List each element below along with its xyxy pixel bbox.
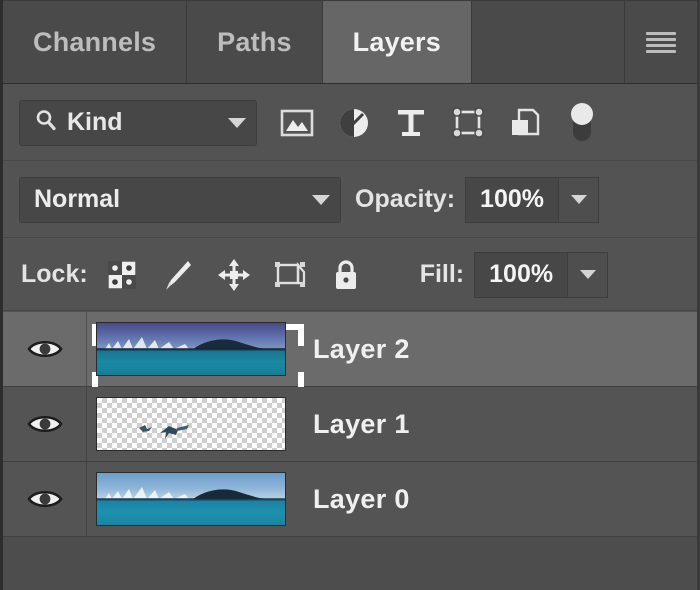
panel-tab-bar: Channels Paths Layers — [3, 0, 697, 84]
opacity-label: Opacity: — [355, 185, 456, 213]
chevron-down-icon — [579, 270, 596, 279]
lock-all-icon[interactable] — [328, 256, 364, 294]
layer-thumbnail-cell[interactable] — [87, 397, 295, 451]
filter-smart-objects-icon[interactable] — [507, 103, 543, 143]
tab-layers[interactable]: Layers — [322, 1, 472, 83]
filter-shape-layers-icon[interactable] — [450, 103, 486, 143]
lock-image-pixels-icon[interactable] — [160, 256, 196, 294]
fill-label: Fill: — [419, 260, 465, 288]
layer-name[interactable]: Layer 0 — [313, 484, 410, 515]
layer-name[interactable]: Layer 2 — [313, 334, 410, 365]
layer-thumbnail-cell[interactable] — [87, 472, 295, 526]
hamburger-menu-icon — [646, 31, 676, 53]
filter-toggle-switch[interactable] — [564, 102, 600, 143]
filter-kind-label: Kind — [67, 108, 123, 136]
layer-thumbnail-cell[interactable] — [87, 322, 304, 394]
filter-kind-select[interactable]: Kind — [19, 99, 257, 146]
layer-thumbnail — [96, 322, 286, 376]
tab-channels[interactable]: Channels — [3, 1, 188, 83]
filter-type-buttons — [279, 102, 600, 143]
lock-buttons — [104, 256, 364, 294]
lock-artboard-nesting-icon[interactable] — [272, 256, 308, 294]
tab-layers-label: Layers — [352, 26, 441, 57]
eye-icon — [26, 415, 63, 433]
layer-visibility-toggle[interactable] — [3, 312, 87, 386]
table-row[interactable]: Layer 1 — [3, 387, 697, 462]
opacity-input[interactable]: 100% — [465, 176, 560, 223]
layer-list: Layer 2 Layer 1 Layer 0 — [3, 312, 697, 590]
filter-adjustment-layers-icon[interactable] — [336, 103, 372, 143]
eye-icon — [26, 490, 63, 508]
tab-bar-filler — [471, 1, 625, 83]
lock-position-icon[interactable] — [216, 256, 252, 294]
blend-mode-row: Normal Opacity: 100% — [3, 162, 697, 238]
filter-row: Kind — [3, 85, 697, 161]
tab-channels-label: Channels — [33, 26, 157, 57]
chevron-down-icon — [228, 117, 246, 128]
lock-label: Lock: — [21, 260, 88, 288]
chevron-down-icon — [312, 194, 330, 205]
fill-stepper-button[interactable] — [568, 251, 609, 298]
eye-icon — [26, 340, 63, 358]
layer-thumbnail — [96, 472, 286, 526]
filter-type-layers-icon[interactable] — [393, 103, 429, 143]
layer-thumbnail — [96, 397, 286, 451]
blend-mode-select[interactable]: Normal — [19, 176, 341, 223]
chevron-down-icon — [570, 195, 587, 204]
layer-visibility-toggle[interactable] — [3, 387, 87, 461]
search-icon — [34, 108, 58, 137]
lock-row: Lock: Fill: 100% — [3, 239, 697, 311]
fill-input[interactable]: 100% — [474, 251, 569, 298]
tab-paths[interactable]: Paths — [187, 1, 323, 83]
layers-panel: Channels Paths Layers Kind Normal Opacit… — [0, 0, 700, 590]
layer-list-empty-area[interactable] — [3, 537, 697, 590]
layer-name[interactable]: Layer 1 — [313, 409, 410, 440]
blend-mode-value: Normal — [34, 185, 121, 213]
panel-menu-button[interactable] — [625, 1, 697, 83]
table-row[interactable]: Layer 2 — [3, 312, 697, 394]
filter-pixel-layers-icon[interactable] — [279, 103, 315, 143]
tab-paths-label: Paths — [217, 26, 292, 57]
opacity-stepper-button[interactable] — [559, 176, 600, 223]
table-row[interactable]: Layer 0 — [3, 462, 697, 537]
layer-visibility-toggle[interactable] — [3, 462, 87, 536]
lock-transparent-pixels-icon[interactable] — [104, 256, 140, 294]
